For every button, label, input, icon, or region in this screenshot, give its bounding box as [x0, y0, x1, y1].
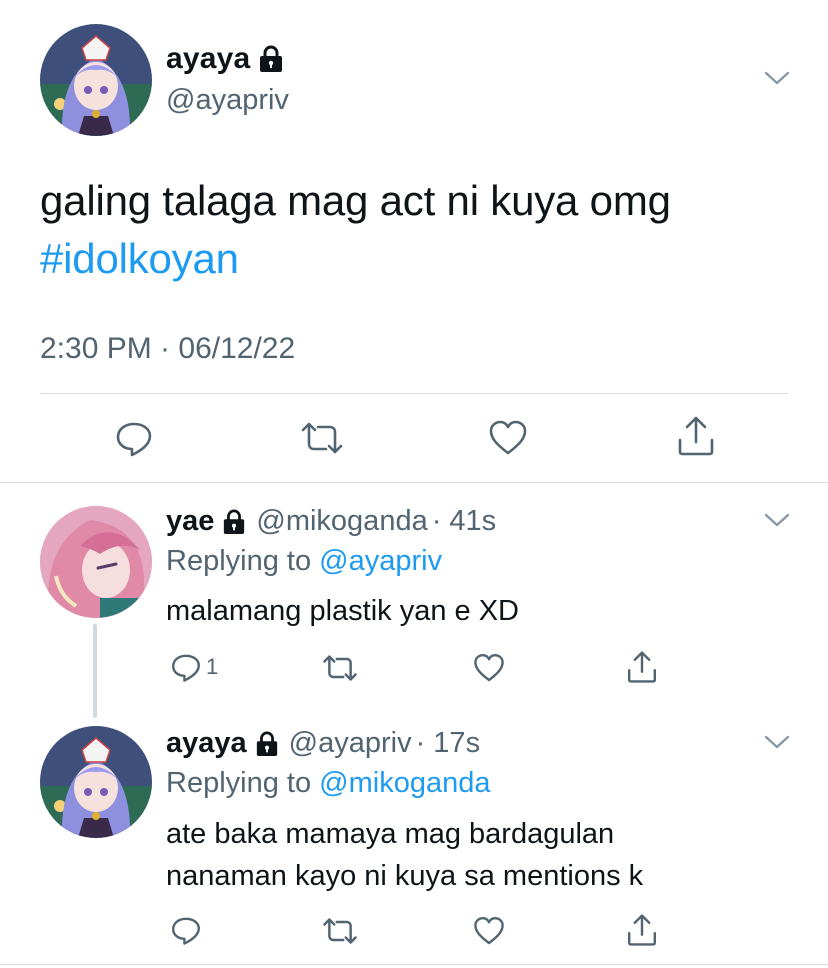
- reply-avatar[interactable]: [40, 506, 152, 618]
- retweet-icon: [323, 918, 357, 944]
- retweet-button[interactable]: [322, 653, 358, 683]
- share-icon: [628, 914, 656, 946]
- retweet-button[interactable]: [300, 420, 344, 456]
- like-button[interactable]: [488, 418, 528, 458]
- reply-header: ayaya @ayapriv · 17s: [166, 727, 480, 760]
- reply-display-name[interactable]: yae: [166, 505, 214, 538]
- reply-text-line: ate baka mamaya mag bardagulan: [166, 818, 615, 850]
- lock-icon: [224, 509, 245, 534]
- mention-link[interactable]: @ayapriv: [319, 545, 442, 577]
- thread-line: [93, 624, 97, 718]
- anime-avatar-purple-hair-icon: [40, 24, 152, 136]
- like-button[interactable]: [473, 652, 505, 684]
- reply-button[interactable]: [170, 914, 206, 946]
- main-display-name[interactable]: ayaya: [166, 42, 284, 76]
- replying-to-label: Replying to: [166, 767, 312, 799]
- retweet-icon: [301, 422, 343, 454]
- heart-icon: [474, 917, 504, 945]
- chevron-down-icon[interactable]: [762, 68, 792, 88]
- chevron-down-icon[interactable]: [762, 510, 792, 530]
- reply-text-line: malamang plastik yan e XD: [166, 595, 519, 627]
- main-handle[interactable]: @ayapriv: [166, 84, 289, 117]
- reply-handle[interactable]: @ayapriv: [289, 727, 412, 760]
- reply-icon: [116, 422, 152, 457]
- reply-avatar[interactable]: [40, 726, 152, 838]
- share-icon: [678, 416, 714, 456]
- reply-text-line: nanaman kayo ni kuya sa mentions k: [166, 860, 644, 892]
- hashtag-link[interactable]: #idolkoyan: [40, 230, 671, 288]
- reply-header: yae @mikoganda · 41s: [166, 505, 496, 538]
- chevron-down-icon[interactable]: [762, 732, 792, 752]
- lock-icon: [260, 45, 283, 72]
- retweet-icon: [323, 655, 357, 681]
- lock-icon: [256, 731, 277, 756]
- reply-handle[interactable]: @mikoganda: [256, 505, 427, 538]
- reply-icon: [172, 917, 200, 945]
- reply-button[interactable]: 1: [170, 651, 218, 683]
- reply-time[interactable]: · 17s: [416, 727, 480, 760]
- divider: [0, 964, 828, 965]
- divider: [0, 482, 828, 483]
- tweet-timestamp[interactable]: 2:30 PM · 06/12/22: [40, 332, 295, 366]
- share-button[interactable]: [626, 912, 658, 948]
- reply-text: malamang plastik yan e XD: [166, 590, 519, 632]
- share-icon: [628, 651, 656, 683]
- like-button[interactable]: [473, 915, 505, 947]
- share-button[interactable]: [676, 414, 716, 458]
- display-name-text: ayaya: [166, 42, 251, 75]
- reply-time[interactable]: · 41s: [432, 505, 496, 538]
- anime-avatar-pink-hair-icon: [40, 506, 152, 618]
- reply-display-name[interactable]: ayaya: [166, 727, 247, 760]
- replying-to: Replying to @ayapriv: [166, 545, 442, 578]
- main-avatar[interactable]: [40, 24, 152, 136]
- reply-text: ate baka mamaya mag bardagulan nanaman k…: [166, 813, 643, 897]
- heart-icon: [489, 420, 527, 455]
- heart-icon: [474, 654, 504, 682]
- reply-button[interactable]: [114, 418, 154, 458]
- tweet-text: galing talaga mag act ni kuya omg #idolk…: [40, 172, 671, 288]
- mention-link[interactable]: @mikoganda: [319, 767, 490, 799]
- reply-icon: [172, 654, 200, 682]
- replying-to: Replying to @mikoganda: [166, 767, 490, 800]
- replying-to-label: Replying to: [166, 545, 312, 577]
- reply-count: 1: [206, 654, 219, 679]
- divider: [40, 393, 788, 394]
- tweet-body: galing talaga mag act ni kuya omg: [40, 177, 671, 224]
- share-button[interactable]: [626, 649, 658, 685]
- anime-avatar-purple-hair-icon: [40, 726, 152, 838]
- retweet-button[interactable]: [322, 916, 358, 946]
